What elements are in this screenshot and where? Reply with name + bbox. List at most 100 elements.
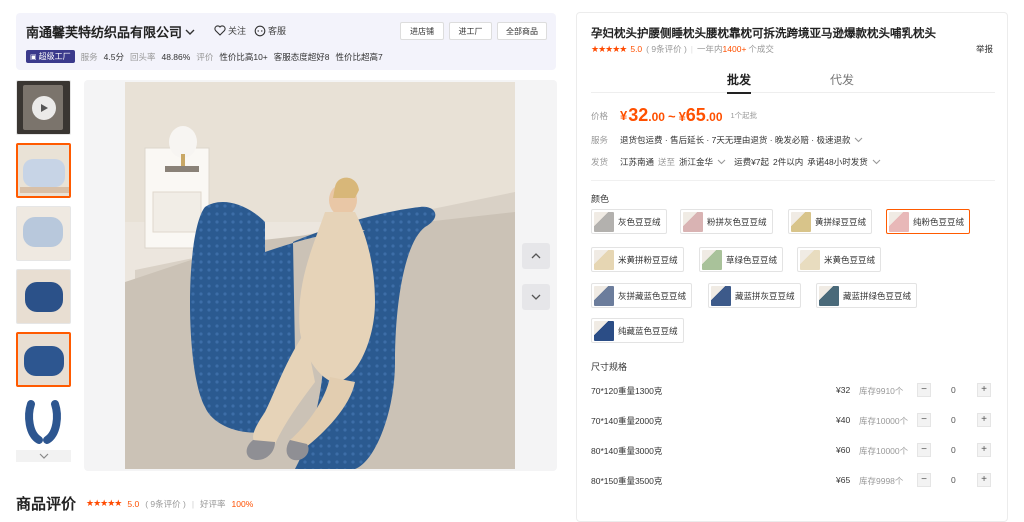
- color-option[interactable]: 米黄拼粉豆豆绒: [591, 247, 684, 272]
- color-option[interactable]: 黄拼绿豆豆绒: [788, 209, 873, 234]
- color-option-label: 米黄拼粉豆豆绒: [618, 254, 678, 265]
- decrease-button[interactable]: −: [917, 443, 931, 457]
- price-high-currency: ¥: [678, 109, 686, 124]
- thumbnail-image[interactable]: [16, 269, 71, 324]
- decrease-button[interactable]: −: [917, 383, 931, 397]
- price-low-int: 32: [628, 105, 649, 125]
- tab-wholesale[interactable]: 批发: [727, 71, 752, 94]
- all-products-button[interactable]: 全部商品: [497, 22, 547, 40]
- quantity-value[interactable]: 0: [951, 475, 956, 485]
- chevron-down-icon[interactable]: [717, 159, 726, 165]
- service-list[interactable]: 退货包运费 · 售后延长 · 7天无理由退货 · 晚发必赔 · 极速退款: [620, 134, 850, 146]
- quantity-value[interactable]: 0: [951, 445, 956, 455]
- enter-shop-button[interactable]: 进店铺: [400, 22, 444, 40]
- color-swatch: [889, 211, 909, 232]
- color-swatch: [800, 249, 820, 270]
- ship-within: 2件以内: [773, 157, 804, 167]
- star-rating-icon: ★★★★★: [591, 43, 627, 54]
- repurchase-value: 48.86%: [161, 51, 191, 62]
- quantity-value[interactable]: 0: [951, 415, 956, 425]
- good-rate-label: 好评率: [200, 498, 226, 509]
- chevron-down-icon: [531, 294, 541, 300]
- chat-icon: [254, 25, 266, 36]
- super-factory-badge: ▣ 超级工厂: [26, 50, 75, 63]
- decrease-button[interactable]: −: [917, 473, 931, 487]
- thumbnail-scroll-down[interactable]: [16, 450, 71, 462]
- play-icon: [32, 96, 56, 120]
- quantity-value[interactable]: 0: [951, 385, 956, 395]
- color-swatch: [819, 285, 839, 306]
- size-stock: 库存9998个: [859, 476, 904, 486]
- shop-name[interactable]: 南通馨芙特纺织品有限公司: [26, 22, 195, 41]
- shipping-row: 发货 江苏南通 送至 浙江金华 运费¥7起 2件以内 承诺48小时发货: [591, 156, 881, 168]
- enter-factory-button[interactable]: 进工厂: [449, 22, 492, 40]
- color-swatch: [711, 285, 731, 306]
- follow-button[interactable]: 关注: [214, 24, 246, 37]
- increase-button[interactable]: +: [977, 473, 991, 487]
- review-count[interactable]: ( 9条评价 ): [145, 498, 186, 510]
- ship-from: 江苏南通: [620, 157, 655, 167]
- star-rating-icon: ★★★★★: [86, 498, 122, 508]
- shop-name-text: 南通馨芙特纺织品有限公司: [26, 25, 183, 40]
- image-prev-button[interactable]: [522, 243, 550, 269]
- product-title: 孕妇枕头护腰侧睡枕头腰枕靠枕可拆洗跨境亚马逊爆款枕头哺乳枕头: [591, 28, 936, 40]
- rating-separator: |: [690, 44, 694, 54]
- price-currency: ¥: [620, 108, 628, 123]
- color-option-label: 粉拼灰色豆豆绒: [707, 216, 767, 227]
- color-option-selected[interactable]: 纯粉色豆豆绒: [886, 209, 971, 234]
- color-swatch: [594, 285, 614, 306]
- chevron-down-icon: [39, 453, 48, 459]
- size-row: 70*140重量2000克 ¥40 库存10000个 − 0 +: [591, 412, 995, 432]
- color-swatch: [683, 211, 703, 232]
- product-photo[interactable]: [125, 82, 515, 469]
- thumbnail-image[interactable]: [16, 332, 71, 387]
- price-high-dec: .00: [705, 110, 723, 124]
- ship-to-word: 送至: [658, 157, 676, 167]
- increase-button[interactable]: +: [977, 413, 991, 427]
- size-row: 80*140重量3000克 ¥60 库存10000个 − 0 +: [591, 442, 995, 462]
- thumbnail-image[interactable]: [16, 206, 71, 261]
- service-row-label: 服务: [591, 135, 609, 145]
- product-review-count[interactable]: ( 9条评价 ): [646, 43, 687, 55]
- size-row: 70*120重量1300克 ¥32 库存9910个 − 0 +: [591, 382, 995, 402]
- color-option-label: 纯粉色豆豆绒: [913, 216, 965, 227]
- ship-to[interactable]: 浙江金华: [679, 156, 713, 168]
- product-rating-row: ★★★★★ 5.0 ( 9条评价 ) | 一年内 1400+ 个成交: [591, 43, 774, 55]
- customer-service-label: 客服: [268, 26, 287, 36]
- ship-label: 发货: [591, 157, 609, 167]
- customer-service-button[interactable]: 客服: [254, 24, 286, 37]
- chevron-down-icon[interactable]: [872, 159, 881, 165]
- main-image-viewer: [84, 80, 557, 471]
- color-option[interactable]: 灰色豆豆绒: [591, 209, 667, 234]
- image-next-button[interactable]: [522, 284, 550, 310]
- decrease-button[interactable]: −: [917, 413, 931, 427]
- divider: [591, 180, 995, 181]
- increase-button[interactable]: +: [977, 383, 991, 397]
- increase-button[interactable]: +: [977, 443, 991, 457]
- thumbnail-image[interactable]: [16, 143, 71, 198]
- eval-tag: 客服态度超好8: [273, 51, 330, 62]
- color-option[interactable]: 灰拼藏蓝色豆豆绒: [591, 283, 693, 308]
- color-option[interactable]: 米黄色豆豆绒: [797, 247, 882, 272]
- moq: 1个起批: [730, 111, 758, 120]
- price-separator: ~: [667, 109, 676, 124]
- thumbnail-video[interactable]: [16, 80, 71, 135]
- price-low-dec: .00: [648, 110, 665, 124]
- report-link[interactable]: 举报: [976, 43, 993, 55]
- size-label: 尺寸规格: [591, 362, 628, 372]
- color-label: 颜色: [591, 194, 610, 204]
- color-option[interactable]: 藏蓝拼灰豆豆绒: [708, 283, 801, 308]
- thumbnail-image[interactable]: [16, 395, 71, 450]
- service-row: 服务 退货包运费 · 售后延长 · 7天无理由退货 · 晚发必赔 · 极速退款: [591, 134, 863, 146]
- review-separator: |: [191, 498, 195, 509]
- color-swatch: [594, 320, 614, 341]
- color-option[interactable]: 粉拼灰色豆豆绒: [680, 209, 773, 234]
- color-option[interactable]: 藏蓝拼绿色豆豆绒: [816, 283, 918, 308]
- eval-tag: 性价比超高7: [335, 51, 383, 62]
- color-option[interactable]: 草绿色豆豆绒: [699, 247, 784, 272]
- color-option-label: 米黄色豆豆绒: [824, 254, 876, 265]
- size-price: ¥40: [836, 415, 851, 425]
- color-option[interactable]: 纯藏蓝色豆豆绒: [591, 318, 684, 343]
- tab-dropship[interactable]: 代发: [830, 71, 854, 88]
- chevron-down-icon[interactable]: [854, 137, 863, 143]
